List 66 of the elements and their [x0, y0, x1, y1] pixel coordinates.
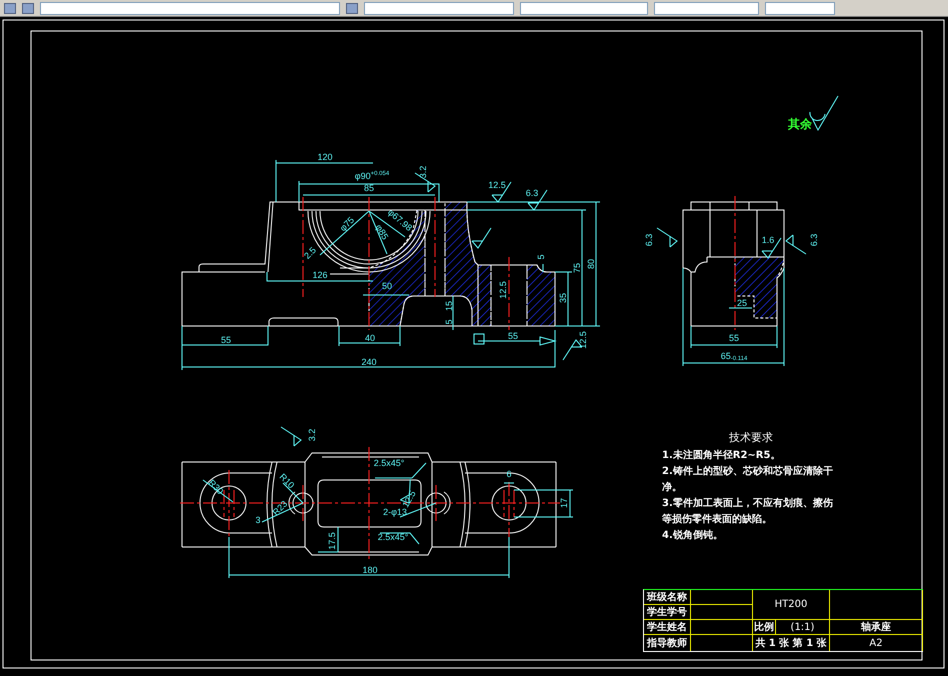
layer-dropdown[interactable]	[40, 2, 340, 14]
roughness-value: 12.5	[488, 180, 506, 190]
color-dropdown[interactable]	[364, 2, 514, 14]
material-text: HT200	[753, 590, 830, 620]
field-label: 指导教师	[644, 635, 691, 651]
roughness-value: 6.3	[644, 234, 654, 246]
dimension-label: φ75	[338, 214, 356, 234]
field-label: 比例	[753, 620, 776, 635]
dimension-label: R10	[278, 472, 296, 490]
plotstyle-dropdown[interactable]	[765, 2, 835, 14]
requirement-item: 2.铸件上的型砂、芯砂和芯骨应清除干净。	[662, 464, 834, 495]
dimension-label: 120	[317, 152, 333, 162]
roughness-value: 3.2	[418, 166, 428, 178]
dimension-label: 25	[737, 298, 747, 308]
requirement-item: 4.锐角倒钝。	[662, 528, 724, 543]
dimension-label: 65$_{-0.114}$	[720, 351, 748, 361]
dimension-label: 85	[364, 183, 374, 193]
requirements-title: 技术要求	[728, 430, 774, 446]
roughness-value: 6.3	[809, 234, 819, 246]
roughness-value: 12.5	[578, 331, 588, 349]
roughness-note: 其余	[788, 116, 812, 133]
dimension-label: 55	[508, 331, 518, 341]
dimension-label: 5	[444, 320, 454, 324]
dimension-label: 126	[312, 270, 328, 280]
dimension-label: 3	[256, 515, 260, 525]
field-value	[691, 620, 753, 635]
dimension-label: 240	[361, 357, 377, 367]
roughness-value: 3.2	[307, 428, 317, 442]
sheet-size: A2	[830, 635, 923, 651]
dimension-label: 2.5	[302, 245, 318, 261]
dimension-label: 2-φ13	[383, 507, 407, 517]
field-label: 班级名称	[644, 590, 691, 605]
dimension-label: 2.5x45°	[378, 532, 408, 542]
dimension-label: 2.5x45°	[374, 458, 404, 468]
dimension-label: 75	[572, 263, 582, 273]
dimension-label: 80	[586, 259, 596, 269]
roughness-value: 6.3	[526, 188, 538, 198]
sheet-count: 共 1 张 第 1 张	[753, 635, 830, 651]
tool-icon[interactable]	[22, 2, 34, 14]
roughness-value: 1.6	[762, 235, 774, 245]
field-value	[691, 590, 753, 605]
requirement-item: 3.零件加工表面上，不应有划痕、擦伤等损伤零件表面的缺陷。	[662, 496, 834, 527]
dimension-label: R30	[206, 478, 226, 496]
lineweight-dropdown[interactable]	[654, 2, 759, 14]
dimension-label: 5	[536, 254, 546, 260]
layer-icon[interactable]	[4, 2, 16, 14]
dimension-label: φ85	[374, 222, 390, 242]
field-value	[691, 605, 753, 620]
field-label: 学生学号	[644, 605, 691, 620]
dimension-label: 40	[365, 333, 375, 343]
field-label: 学生姓名	[644, 620, 691, 635]
roughness-value: 12.5	[498, 281, 508, 299]
scale-text: (1:1)	[776, 620, 830, 635]
dimension-label: 35	[558, 293, 568, 303]
dimension-label: R23	[270, 498, 290, 518]
dimension-label: φ90$^{+0.054}$	[354, 171, 390, 181]
requirement-item: 1.未注圆角半径R2~R5。	[662, 448, 782, 463]
dimension-label: 17.5	[327, 532, 337, 550]
dimension-label: 17	[559, 498, 569, 508]
dimension-label: 180	[362, 565, 378, 575]
dimension-label: 55	[221, 335, 231, 345]
linetype-dropdown[interactable]	[520, 2, 648, 14]
tool-icon[interactable]	[346, 2, 358, 14]
dimension-label: 55	[729, 333, 739, 343]
dimension-label: 15	[444, 301, 454, 311]
part-name: 轴承座	[830, 620, 923, 635]
